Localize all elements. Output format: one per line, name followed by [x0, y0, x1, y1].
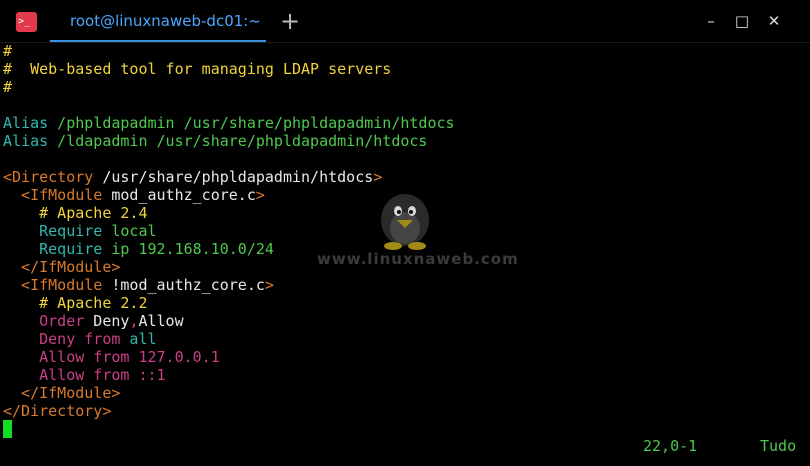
- editor-line: Alias /ldapadmin /usr/share/phpldapadmin…: [3, 132, 810, 150]
- tag-open: <IfModule: [3, 186, 103, 204]
- editor-line: # Apache 2.4: [3, 204, 810, 222]
- value: Allow: [138, 312, 184, 330]
- tag-open: <Directory: [3, 168, 94, 186]
- value: ::1: [129, 366, 166, 384]
- editor-line: Deny from all: [3, 330, 810, 348]
- tag-arg: /usr/share/phpldapadmin/htdocs: [93, 168, 374, 186]
- directive: from: [84, 366, 130, 384]
- comment: # Apache 2.4: [3, 204, 148, 222]
- editor-line: </IfModule>: [3, 384, 810, 402]
- tag-open: <IfModule: [3, 276, 103, 294]
- keyword: Require: [3, 240, 103, 258]
- terminal-body[interactable]: # # Web-based tool for managing LDAP ser…: [3, 42, 810, 466]
- scroll-position: Tudo: [760, 437, 797, 455]
- editor-line: <IfModule !mod_authz_core.c>: [3, 276, 810, 294]
- editor-line: [3, 420, 810, 438]
- value: all: [120, 330, 157, 348]
- directive: Order: [3, 312, 85, 330]
- editor-line: Allow from ::1: [3, 366, 810, 384]
- text-cursor: [3, 420, 12, 438]
- tag-arg: !mod_authz_core.c: [102, 276, 265, 294]
- value: local: [102, 222, 157, 240]
- cursor-position: 22,0-1: [643, 437, 698, 455]
- value: /ldapadmin /usr/share/phpldapadmin/htdoc…: [48, 132, 428, 150]
- tag-close: >: [373, 168, 383, 186]
- maximize-button[interactable]: □: [731, 10, 753, 32]
- keyword: Require: [3, 222, 103, 240]
- directive: Deny: [3, 330, 76, 348]
- editor-line: <IfModule mod_authz_core.c>: [3, 186, 810, 204]
- tab-terminal[interactable]: root@linuxnaweb-dc01:~: [50, 0, 266, 42]
- editor-line: #: [3, 42, 810, 60]
- terminal-app-icon: >_: [16, 12, 37, 32]
- tag-close: >: [255, 186, 265, 204]
- editor-line: # Apache 2.2: [3, 294, 810, 312]
- directive: from: [75, 330, 121, 348]
- keyword: Alias: [3, 132, 49, 150]
- value: Deny: [84, 312, 130, 330]
- directive: from: [84, 348, 130, 366]
- editor-line: Require local: [3, 222, 810, 240]
- close-button[interactable]: ✕: [763, 10, 785, 32]
- editor-line: Order Deny,Allow: [3, 312, 810, 330]
- editor-line: Alias /phpldapadmin /usr/share/phpldapad…: [3, 114, 810, 132]
- editor-line: # Web-based tool for managing LDAP serve…: [3, 60, 810, 78]
- tag-close: >: [264, 276, 274, 294]
- tag-end: </IfModule>: [3, 384, 121, 402]
- tag-arg: mod_authz_core.c: [102, 186, 256, 204]
- editor-line: <Directory /usr/share/phpldapadmin/htdoc…: [3, 168, 810, 186]
- editor-line: </IfModule>: [3, 258, 810, 276]
- editor-line: </Directory>: [3, 402, 810, 420]
- editor-line: Allow from 127.0.0.1: [3, 348, 810, 366]
- value: ip 192.168.10.0/24: [102, 240, 274, 258]
- directive: Allow: [3, 348, 85, 366]
- tab-title: root@linuxnaweb-dc01:~: [70, 12, 261, 30]
- comment: #: [3, 78, 13, 96]
- directive: Allow: [3, 366, 85, 384]
- comment: #: [3, 42, 13, 60]
- keyword: Alias: [3, 114, 49, 132]
- editor-line: Require ip 192.168.10.0/24: [3, 240, 810, 258]
- comment: # Apache 2.2: [3, 294, 148, 312]
- editor-line: #: [3, 78, 810, 96]
- new-tab-button[interactable]: +: [272, 4, 308, 38]
- minimize-button[interactable]: –: [700, 10, 722, 32]
- value: 127.0.0.1: [129, 348, 220, 366]
- value: /phpldapadmin /usr/share/phpldapadmin/ht…: [48, 114, 455, 132]
- title-bar: >_ root@linuxnaweb-dc01:~ + – □ ✕: [0, 0, 810, 43]
- comment: # Web-based tool for managing LDAP serve…: [3, 60, 392, 78]
- tag-end: </Directory>: [3, 402, 112, 420]
- tag-end: </IfModule>: [3, 258, 121, 276]
